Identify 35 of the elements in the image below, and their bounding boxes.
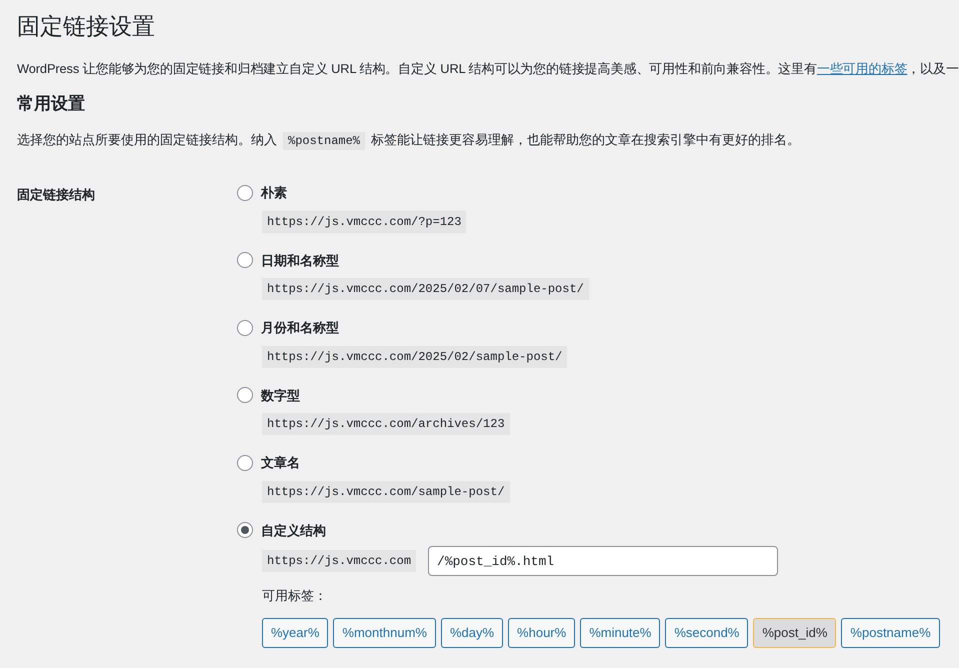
tag-button[interactable]: %year% <box>262 618 328 648</box>
example-url: https://js.vmccc.com/2025/02/07/sample-post/ <box>262 278 589 300</box>
radio-button[interactable] <box>237 184 253 201</box>
option-label: 文章名 <box>261 454 300 472</box>
field-label: 固定链接结构 <box>17 187 95 202</box>
tags-link[interactable]: 一些可用的标签 <box>816 61 908 76</box>
section-description: 选择您的站点所要使用的固定链接结构。纳入 %postname% 标签能让链接更容易理解，也能帮助您的文章在搜索引擎中有更好的排名。 <box>17 131 800 150</box>
tag-button[interactable]: %day% <box>440 618 504 648</box>
radio-button[interactable] <box>237 454 253 471</box>
code-snippet: %postname% <box>283 132 366 150</box>
option-label: 数字型 <box>261 386 300 405</box>
tag-button[interactable]: %postname% <box>841 618 940 648</box>
page-title: 固定链接设置 <box>17 12 155 41</box>
tag-button[interactable]: %minute% <box>580 618 660 648</box>
radio-button[interactable] <box>237 252 253 268</box>
example-url: https://js.vmccc.com/sample-post/ <box>262 480 510 503</box>
structure-input[interactable]: /%post_id%.html <box>428 546 778 576</box>
tags-label: 可用标签： <box>262 587 327 606</box>
option-label: 月份和名称型 <box>261 319 339 338</box>
intro-text: WordPress 让您能够为您的固定链接和归档建立自定义 URL 结构。自定义 URL 结构可以为您的链接提高美感、可用性和前向兼容性。这里有一些可用的标签，以及一 <box>17 60 959 78</box>
tag-button[interactable]: %second% <box>665 618 748 648</box>
tag-button[interactable]: %monthnum% <box>333 618 436 648</box>
radio-button[interactable] <box>237 522 253 538</box>
example-url: https://js.vmccc.com/?p=123 <box>262 210 466 233</box>
radio-button[interactable] <box>237 320 253 336</box>
tag-button[interactable]: %post_id% <box>753 618 836 648</box>
option-label: 日期和名称型 <box>261 252 339 270</box>
section-title: 常用设置 <box>17 93 85 116</box>
option-label: 朴素 <box>261 184 287 202</box>
option-label: 自定义结构 <box>261 522 326 540</box>
tag-button[interactable]: %hour% <box>508 618 576 648</box>
example-url: https://js.vmccc.com/archives/123 <box>262 413 510 436</box>
radio-button[interactable] <box>237 387 253 404</box>
example-url: https://js.vmccc.com/2025/02/sample-post/ <box>262 346 568 368</box>
url-prefix: https://js.vmccc.com <box>262 550 416 572</box>
